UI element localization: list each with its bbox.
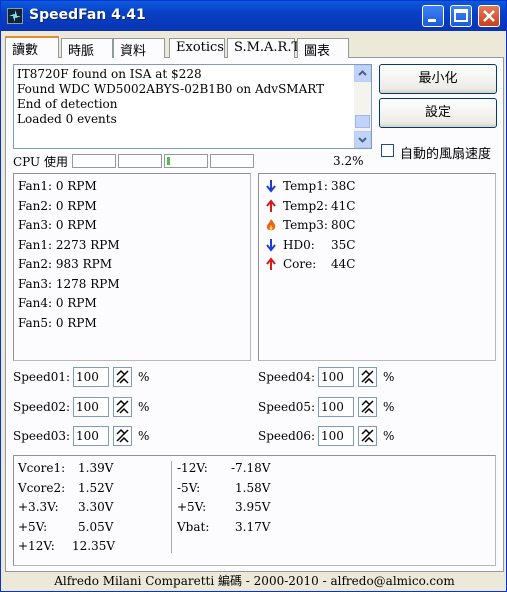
- cpu-usage-bar: [210, 154, 254, 168]
- log-line: End of detection: [17, 97, 118, 111]
- speed04-spinner[interactable]: [358, 367, 377, 387]
- cpu-usage-bar: [72, 154, 116, 168]
- log-line: Loaded 0 events: [17, 112, 117, 126]
- speed02-spinner[interactable]: [113, 397, 132, 417]
- cpu-usage-bar: [164, 154, 208, 168]
- minimize-icon: [428, 19, 436, 22]
- speed04-label: Speed04:: [258, 370, 316, 384]
- log-line: IT8720F found on ISA at $228: [17, 67, 202, 81]
- voltage-reading: +3.3V: 3.30V: [18, 500, 114, 514]
- speed02-unit: %: [138, 400, 150, 414]
- arrow-down-icon: [266, 180, 276, 193]
- voltage-reading: Vcore1: 1.39V: [18, 461, 114, 475]
- chevron-down-icon: [358, 137, 367, 143]
- tab-clock[interactable]: 時脈: [61, 38, 113, 59]
- spin-arrows-icon: [116, 399, 129, 414]
- maximize-icon: [454, 9, 468, 22]
- speed06-spinner[interactable]: [358, 426, 377, 446]
- auto-fan-speed-checkbox[interactable]: [381, 144, 394, 157]
- speed05-unit: %: [383, 400, 395, 414]
- fan-reading: Fan4: 0 RPM: [18, 296, 97, 310]
- minimize-button[interactable]: 最小化: [379, 64, 497, 94]
- close-window-button[interactable]: [478, 5, 500, 27]
- speedfan-window: SpeedFan 4.41 讀數 時脈 資料 Exotics S.M.A.R.T…: [0, 0, 507, 592]
- fan-reading: Fan2: 0 RPM: [18, 198, 97, 213]
- spin-arrows-icon: [116, 369, 129, 384]
- speed03-unit: %: [138, 429, 150, 443]
- speed05-input[interactable]: [318, 397, 354, 417]
- fan-reading: Fan3: 0 RPM: [18, 218, 97, 232]
- speed04-input[interactable]: [318, 367, 354, 387]
- speed02-label: Speed02:: [13, 400, 71, 414]
- speed01-input[interactable]: [73, 367, 109, 387]
- window-title: SpeedFan 4.41: [29, 7, 146, 23]
- cpu-usage-label: CPU 使用: [13, 155, 68, 169]
- minimize-window-button[interactable]: [422, 5, 444, 27]
- speed06-label: Speed06:: [258, 429, 316, 443]
- speed05-label: Speed05:: [258, 400, 316, 414]
- fan-reading: Fan3: 1278 RPM: [18, 276, 120, 291]
- arrow-up-icon: [266, 198, 276, 212]
- log-line: Found WDC WD5002ABYS-02B1B0 on AdvSMART: [17, 82, 325, 96]
- scroll-down-button[interactable]: [354, 131, 371, 148]
- arrow-down-icon: [266, 238, 276, 252]
- fan-list: Fan1: 0 RPM Fan2: 0 RPM Fan3: 0 RPM Fan1…: [18, 177, 120, 333]
- cpu-usage-fill: [167, 157, 170, 165]
- spin-arrows-icon: [116, 428, 129, 443]
- fan-reading: Fan2: 983 RPM: [18, 257, 113, 271]
- voltage-reading: +5V: 3.95V: [177, 500, 271, 514]
- tab-smart[interactable]: S.M.A.R.T.: [227, 38, 302, 58]
- flame-icon: [266, 219, 276, 231]
- event-log[interactable]: IT8720F found on ISA at $228 Found WDC W…: [13, 64, 372, 149]
- arrow-up-icon: [266, 257, 276, 270]
- speed03-input[interactable]: [73, 426, 109, 446]
- voltage-reading: Vcore2: 1.52V: [18, 480, 114, 495]
- speed04-unit: %: [383, 370, 395, 384]
- speed03-spinner[interactable]: [113, 426, 132, 446]
- tab-charts[interactable]: 圖表: [297, 38, 349, 59]
- voltage-reading: Vbat: 3.17V: [177, 519, 271, 534]
- fan-reading: Fan1: 2273 RPM: [18, 237, 120, 252]
- fan-reading: Fan5: 0 RPM: [18, 315, 97, 330]
- voltage-reading: -5V: 1.58V: [177, 480, 271, 495]
- title-bar[interactable]: SpeedFan 4.41: [1, 1, 506, 31]
- maximize-window-button[interactable]: [450, 5, 472, 27]
- status-bar: Alfredo Milani Comparetti 編碼 - 2000-2010…: [54, 574, 455, 588]
- speed06-input[interactable]: [318, 426, 354, 446]
- auto-fan-speed-label: 自動的風扇速度: [400, 147, 492, 162]
- voltage-reading: -12V: -7.18V: [177, 461, 271, 475]
- scroll-up-button[interactable]: [354, 65, 371, 82]
- speed01-unit: %: [138, 370, 150, 384]
- close-icon: [483, 10, 495, 22]
- speed05-spinner[interactable]: [358, 397, 377, 417]
- chevron-up-icon: [358, 70, 367, 76]
- spin-arrows-icon: [361, 399, 374, 414]
- log-scrollbar[interactable]: [354, 65, 371, 148]
- speed02-input[interactable]: [73, 397, 109, 417]
- speed06-unit: %: [383, 429, 395, 443]
- voltage-list-right: -12V: -7.18V -5V: 1.58V +5V: 3.95V Vbat: 3.1…: [177, 459, 327, 537]
- speed01-spinner[interactable]: [113, 367, 132, 387]
- settings-button[interactable]: 設定: [379, 98, 497, 128]
- voltages-divider: [171, 461, 172, 553]
- scroll-thumb[interactable]: [355, 115, 370, 128]
- fan-app-icon: [7, 8, 23, 24]
- cpu-usage-bar: [118, 154, 162, 168]
- voltage-reading: +5V: 5.05V: [18, 519, 114, 534]
- voltage-reading: +12V: 12.35V: [18, 539, 116, 553]
- speed03-label: Speed03:: [13, 429, 71, 443]
- spin-arrows-icon: [361, 369, 374, 384]
- tab-readings[interactable]: 讀數: [5, 36, 59, 58]
- tab-info[interactable]: 資料: [113, 38, 165, 59]
- tab-exotics[interactable]: Exotics: [169, 38, 225, 58]
- cpu-usage-percent: 3.2%: [333, 154, 364, 168]
- spin-arrows-icon: [361, 428, 374, 443]
- voltage-list-left: Vcore1: 1.39V Vcore2: 1.52V +3.3V: 3.30V +5…: [18, 459, 168, 557]
- fan-reading: Fan1: 0 RPM: [18, 179, 97, 193]
- speed01-label: Speed01:: [13, 370, 71, 384]
